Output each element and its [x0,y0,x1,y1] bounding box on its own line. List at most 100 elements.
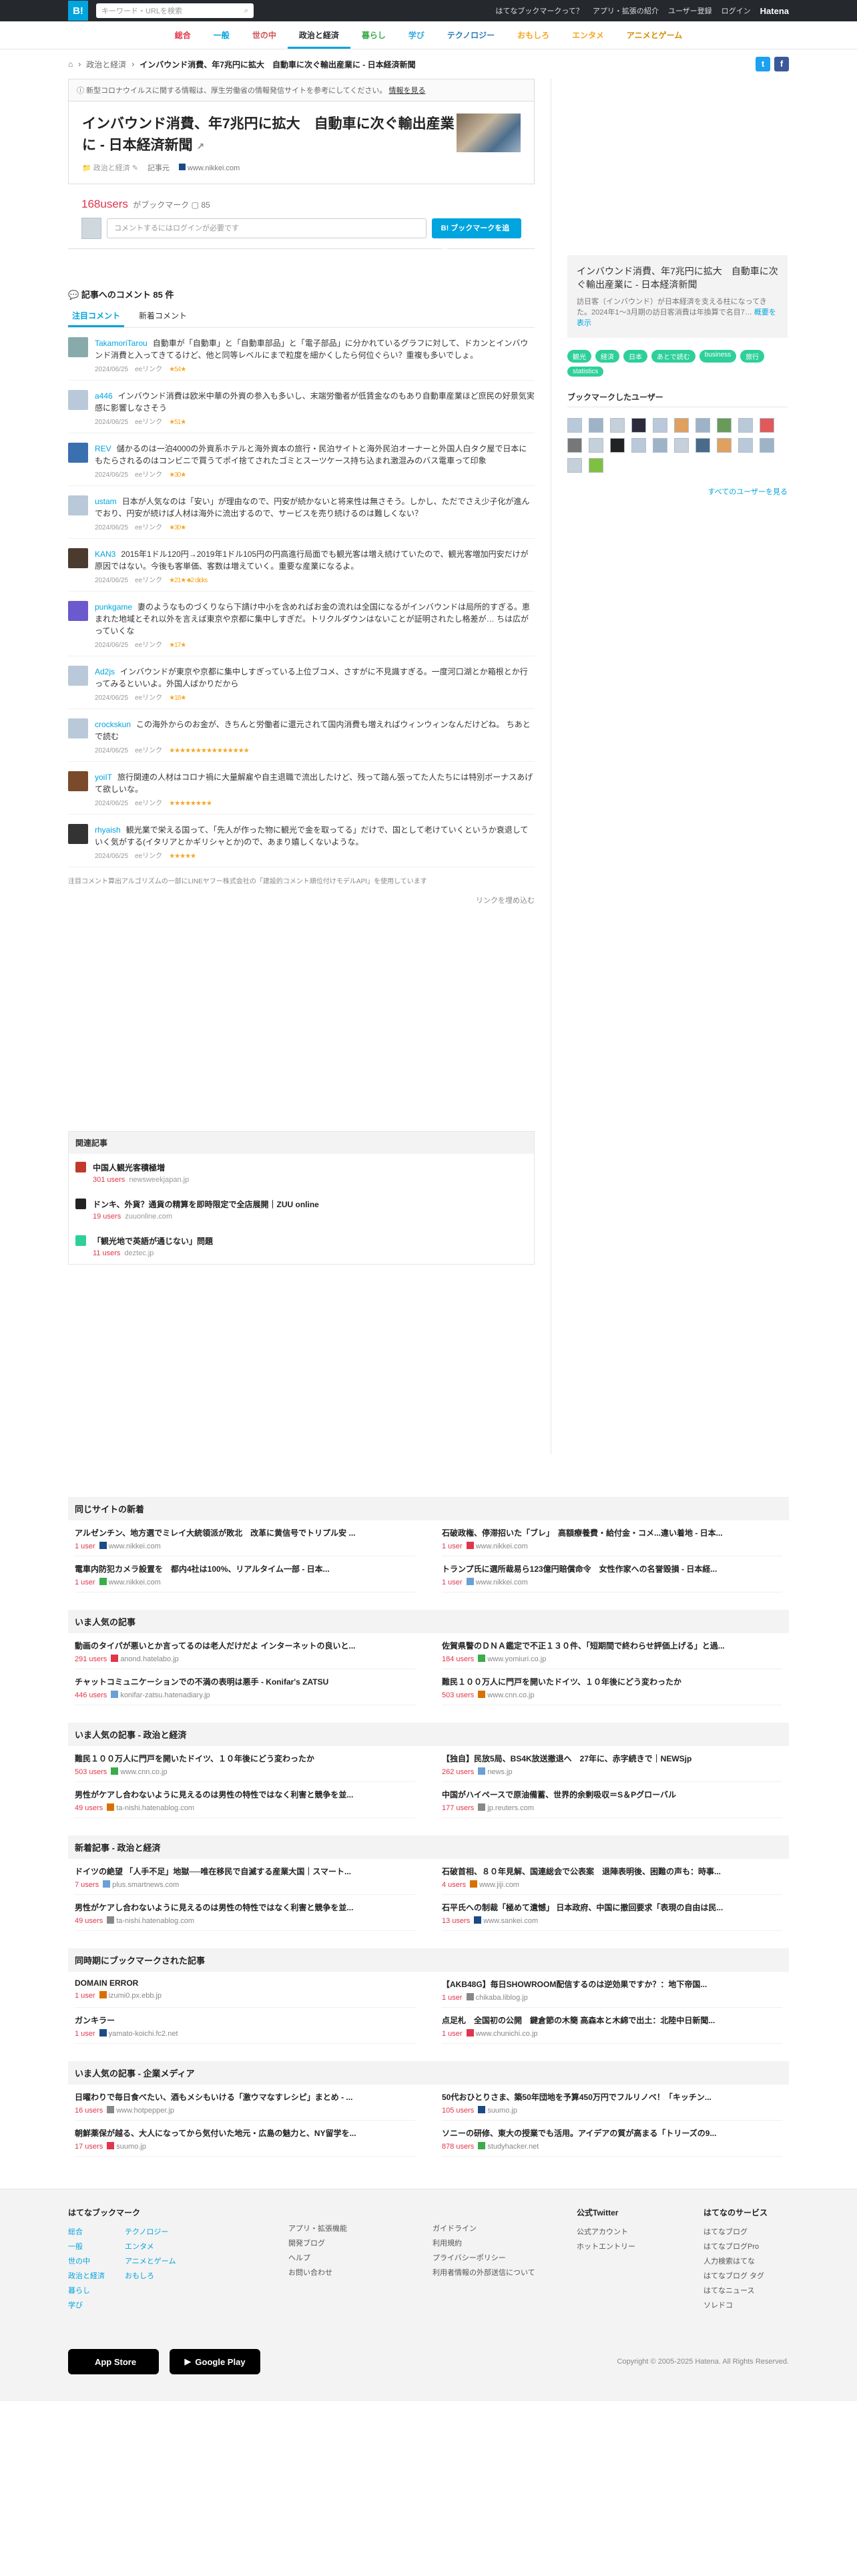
footer-link[interactable]: ガイドライン [433,2221,577,2236]
footer-link[interactable]: 利用規約 [433,2236,577,2251]
article-list-item[interactable]: ガンキラー 1 user yamato-koichi.fc2.net [75,2008,415,2044]
tab-popular-comments[interactable]: 注目コメント [68,306,125,327]
bookmark-user-avatar[interactable] [760,418,774,433]
comment-link[interactable]: eeリンク [135,575,162,587]
comment-link[interactable]: eeリンク [135,851,162,863]
comment-stars[interactable]: ★★★★★ [169,851,196,863]
comment-avatar[interactable] [68,824,88,844]
article-users[interactable]: 503 users [442,1691,474,1699]
footer-link[interactable]: エンタメ [125,2239,176,2254]
article-title[interactable]: 【AKB48G】毎日SHOWROOM配信するのは逆効果ですか？：地下帝国... [442,1978,782,1990]
article-list-item[interactable]: 石破首相、８０年見解、国連総会で公表案 退陣表明後、困難の声も：時事... 4 u… [442,1859,782,1895]
article-list-item[interactable]: 点足札 全国初の公開 鍵倉節の木簡 高森本と木綿で出土：北陸中日新聞... 1 u… [442,2008,782,2044]
twitter-share-icon[interactable]: t [756,57,770,71]
article-list-item[interactable]: 【独自】民放5局、BS4K放送撤退へ 27年に、赤字続きで｜NEWSjp 262 … [442,1746,782,1782]
article-title[interactable]: 石平氏への制裁「極めて遺憾」 日本政府、中国に撤回要求「表現の自由は民... [442,1902,782,1913]
article-title[interactable]: DOMAIN ERROR [75,1978,415,1988]
article-title[interactable]: ドイツの絶望 「人手不足」地獄──唯在移民で自滅する産業大国｜スマート... [75,1866,415,1877]
comment-link[interactable]: eeリンク [135,469,162,481]
bookmark-user-avatar[interactable] [589,438,603,453]
footer-link[interactable]: はてなブログ [703,2225,784,2239]
bookmark-user-avatar[interactable] [653,438,667,453]
nav-item-4[interactable]: 暮らし [350,21,397,49]
comment-stars[interactable]: ★30★ [169,522,186,534]
article-list-item[interactable]: ソニーの研修、東大の授業でも活用。アイデアの質が高まる「トリーズの9... 878… [442,2121,782,2157]
bookmark-user-avatar[interactable] [567,438,582,453]
tag-chip[interactable]: あとで読む [651,350,695,363]
entry-domain[interactable]: www.nikkei.com [179,163,240,172]
article-list-item[interactable]: 【AKB48G】毎日SHOWROOM配信するのは逆効果ですか？：地下帝国... 1… [442,1972,782,2008]
bookmark-user-avatar[interactable] [717,418,732,433]
article-users[interactable]: 1 user [442,2030,463,2038]
comment-username[interactable]: REV [95,444,111,453]
nav-item-0[interactable]: 総合 [164,21,202,49]
nav-item-9[interactable]: アニメとゲーム [615,21,693,49]
article-title[interactable]: 中国がハイペースで原油備蓄、世界的余剰吸収＝S＆Pグローバル [442,1789,782,1800]
footer-link[interactable]: ホットエントリー [577,2239,703,2254]
article-title[interactable]: 【独自】民放5局、BS4K放送撤退へ 27年に、赤字続きで｜NEWSjp [442,1753,782,1764]
breadcrumb-category[interactable]: 政治と経済 [86,59,126,70]
comment-stars[interactable]: ★21★ ♣2 clicks [169,575,208,587]
article-users[interactable]: 4 users [442,1881,466,1889]
comment-stars[interactable]: ★★★★★★★★ [169,798,212,810]
article-list-item[interactable]: アルゼンチン、地方選でミレイ大統領派が敗北 改革に黄信号でトリプル安 ... 1 … [75,1520,415,1556]
article-title[interactable]: 動画のタイパが悪いとか言ってるのは老人だけだよ インターネットの良いと... [75,1640,415,1651]
comment-username[interactable]: Ad2js [95,667,115,676]
bookmark-user-avatar[interactable] [674,418,689,433]
comment-link[interactable]: eeリンク [135,640,162,652]
article-users[interactable]: 1 user [442,1994,463,2002]
comment-date[interactable]: 2024/06/25 [95,417,128,429]
search-icon[interactable]: ⌕ [244,7,248,15]
tab-new-comments[interactable]: 新着コメント [135,306,191,327]
article-users[interactable]: 1 user [75,1578,95,1586]
article-list-item[interactable]: トランプ氏に選所裁易ら123億円賠償命令 女性作家への名誉毀損 - 日本経...… [442,1556,782,1592]
embed-link[interactable]: リンクを埋め込む [68,895,535,905]
tag-chip[interactable]: 観光 [567,350,591,363]
bookmark-user-avatar[interactable] [738,418,753,433]
article-list-item[interactable]: 難民１００万人に門戸を開いたドイツ、１０年後にどう変わったか 503 users w… [442,1669,782,1705]
comment-link[interactable]: eeリンク [135,417,162,429]
tag-chip[interactable]: statistics [567,367,604,377]
article-users[interactable]: 878 users [442,2143,474,2151]
article-users[interactable]: 446 users [75,1691,107,1699]
comment-date[interactable]: 2024/06/25 [95,798,128,810]
footer-link[interactable]: 暮らし [68,2284,105,2298]
related-item-users[interactable]: 11 users [93,1249,120,1257]
nav-item-7[interactable]: おもしろ [506,21,561,49]
hatena-brand[interactable]: Hatena [760,6,789,16]
comment-avatar[interactable] [68,495,88,515]
article-list-item[interactable]: 男性がケアし合わないように見えるのは男性の特性ではなく利害と競争を並... 49 … [75,1782,415,1818]
bookmark-user-avatar[interactable] [631,438,646,453]
comment-stars[interactable]: ★51★ [169,417,186,429]
footer-link[interactable]: アニメとゲーム [125,2254,176,2269]
footer-link[interactable]: 政治と経済 [68,2269,105,2284]
comment-avatar[interactable] [68,337,88,357]
bookmark-user-avatar[interactable] [695,438,710,453]
bookmark-user-avatar[interactable] [610,438,625,453]
nav-item-6[interactable]: テクノロジー [436,21,506,49]
article-list-item[interactable]: 石破政権、停滞招いた「ブレ」 高額療養費・給付金・コメ...違い着地 - 日本.… [442,1520,782,1556]
footer-link[interactable]: 世の中 [68,2254,105,2269]
comment-avatar[interactable] [68,771,88,791]
footer-link[interactable]: はてなブログPro [703,2239,784,2254]
all-users-link[interactable]: すべてのユーザーを見る [567,486,788,497]
article-list-item[interactable]: 石平氏への制裁「極めて遺憾」 日本政府、中国に撤回要求「表現の自由は民... 13… [442,1895,782,1931]
article-title[interactable]: 石破首相、８０年見解、国連総会で公表案 退陣表明後、困難の声も：時事... [442,1866,782,1877]
related-item-users[interactable]: 301 users [93,1176,125,1184]
article-list-item[interactable]: 佐賀県警のＤＮＡ鑑定で不正１３０件、「短期間で終わらせ評価上げる」と過... 18… [442,1633,782,1669]
article-title[interactable]: 佐賀県警のＤＮＡ鑑定で不正１３０件、「短期間で終わらせ評価上げる」と過... [442,1640,782,1651]
comment-link[interactable]: eeリンク [135,364,162,376]
footer-link[interactable]: はてなブログ タグ [703,2269,784,2284]
related-item[interactable]: ドンキ、外貨？通貨の精算を即時限定で全店展開｜ZUU online 19 user… [69,1191,534,1227]
footer-link[interactable]: ヘルプ [288,2251,433,2266]
comment-stars[interactable]: ★30★ [169,469,186,481]
bookmark-user-avatar[interactable] [738,438,753,453]
comment-username[interactable]: rhyaish [95,825,121,835]
article-users[interactable]: 503 users [75,1768,107,1776]
comment-date[interactable]: 2024/06/25 [95,364,128,376]
related-item-users[interactable]: 19 users [93,1213,121,1221]
tag-chip[interactable]: 日本 [623,350,647,363]
add-bookmark-button[interactable]: B! ブックマークを追加 [431,218,521,252]
article-title[interactable]: トランプ氏に選所裁易ら123億円賠償命令 女性作家への名誉毀損 - 日本経... [442,1563,782,1574]
related-item-title[interactable]: ドンキ、外貨？通貨の精算を即時限定で全店展開｜ZUU online [93,1199,319,1210]
